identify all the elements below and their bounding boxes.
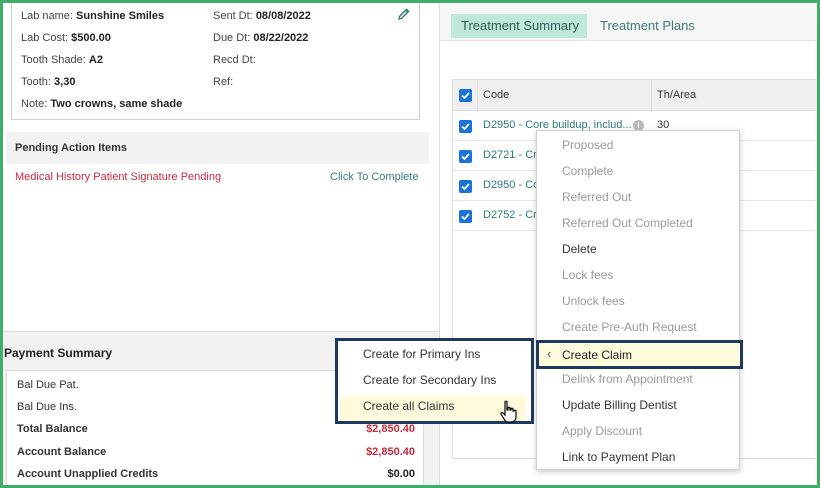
menu-item-lock-fees[interactable]: Lock fees	[562, 268, 613, 282]
pending-item-text: Medical History Patient Signature Pendin…	[15, 171, 222, 183]
menu-item-delete[interactable]: Delete	[562, 242, 597, 256]
menu-item-update-billing-dentist[interactable]: Update Billing Dentist	[562, 398, 677, 412]
header-divider	[651, 80, 652, 112]
menu-item-referred-out[interactable]: Referred Out	[562, 190, 631, 204]
lab-cost-field: Lab Cost: $500.00	[21, 32, 111, 44]
account-balance-value: $2,850.40	[366, 446, 415, 458]
total-balance-value: $2,850.40	[366, 423, 415, 435]
procedure-code-link[interactable]: D2950 - Co	[483, 179, 539, 191]
received-date-field: Recd Dt:	[213, 54, 256, 66]
total-balance-label: Total Balance	[17, 423, 88, 435]
menu-item-delink-appointment[interactable]: Delink from Appointment	[562, 372, 693, 386]
pencil-icon[interactable]	[397, 7, 411, 21]
bal-due-ins-label: Bal Due Ins.	[17, 401, 77, 413]
pending-action-items-header: Pending Action Items	[6, 132, 429, 164]
column-header-th-area: Th/Area	[657, 89, 697, 101]
checkbox-checked-icon[interactable]	[459, 89, 472, 102]
menu-item-proposed[interactable]: Proposed	[562, 138, 613, 152]
checkbox-checked-icon[interactable]	[459, 150, 472, 163]
account-balance-label: Account Balance	[17, 446, 107, 458]
submenu-create-all-claims[interactable]: Create all Claims	[363, 399, 454, 413]
procedure-code-link[interactable]: D2721 - Cro	[483, 149, 543, 161]
bal-due-pat-label: Bal Due Pat.	[17, 379, 79, 391]
create-claim-label: Create Claim	[562, 348, 633, 362]
ref-field: Ref:	[213, 76, 234, 88]
note-field: Note: Two crowns, same shade	[21, 98, 183, 110]
checkbox-checked-icon[interactable]	[459, 210, 472, 223]
column-header-code: Code	[483, 89, 510, 101]
checkbox-checked-icon[interactable]	[459, 120, 472, 133]
tabs-bar: Treatment Summary Treatment Plans	[440, 3, 818, 41]
menu-item-apply-discount[interactable]: Apply Discount	[562, 424, 642, 438]
submenu-create-primary-ins[interactable]: Create for Primary Ins	[363, 347, 480, 361]
due-date-field: Due Dt: 08/22/2022	[213, 32, 309, 44]
lab-name-field: Lab name: Sunshine Smiles	[21, 10, 165, 22]
checkbox-checked-icon[interactable]	[459, 180, 472, 193]
tab-treatment-summary[interactable]: Treatment Summary	[451, 14, 587, 38]
menu-item-create-pre-auth[interactable]: Create Pre-Auth Request	[562, 320, 697, 334]
submenu-create-secondary-ins[interactable]: Create for Secondary Ins	[363, 373, 496, 387]
tooth-shade-field: Tooth Shade: A2	[21, 54, 103, 66]
menu-item-referred-out-completed[interactable]: Referred Out Completed	[562, 216, 693, 230]
menu-item-link-payment-plan[interactable]: Link to Payment Plan	[562, 450, 675, 464]
context-menu: Proposed Complete Referred Out Referred …	[536, 130, 740, 470]
click-to-complete-link[interactable]: Click To Complete	[330, 171, 418, 183]
sent-date-field: Sent Dt: 08/08/2022	[213, 10, 311, 22]
table-header: Code Th/Area	[453, 79, 819, 112]
unapplied-credits-value: $0.00	[387, 468, 415, 480]
menu-item-complete[interactable]: Complete	[562, 164, 613, 178]
tab-treatment-plans[interactable]: Treatment Plans	[600, 18, 695, 33]
procedure-code-link[interactable]: D2752 - Cro	[483, 209, 543, 221]
menu-item-unlock-fees[interactable]: Unlock fees	[562, 294, 625, 308]
payment-summary-title: Payment Summary	[4, 346, 113, 360]
unapplied-credits-label: Account Unapplied Credits	[17, 468, 159, 480]
menu-item-create-claim[interactable]: ‹ Create Claim	[536, 340, 743, 369]
tooth-field: Tooth: 3,30	[21, 76, 76, 88]
hand-pointer-icon	[500, 400, 517, 423]
lab-card: Lab name: Sunshine Smiles Lab Cost: $500…	[11, 3, 420, 120]
chevron-left-icon: ‹	[547, 346, 552, 361]
header-divider	[477, 80, 478, 112]
